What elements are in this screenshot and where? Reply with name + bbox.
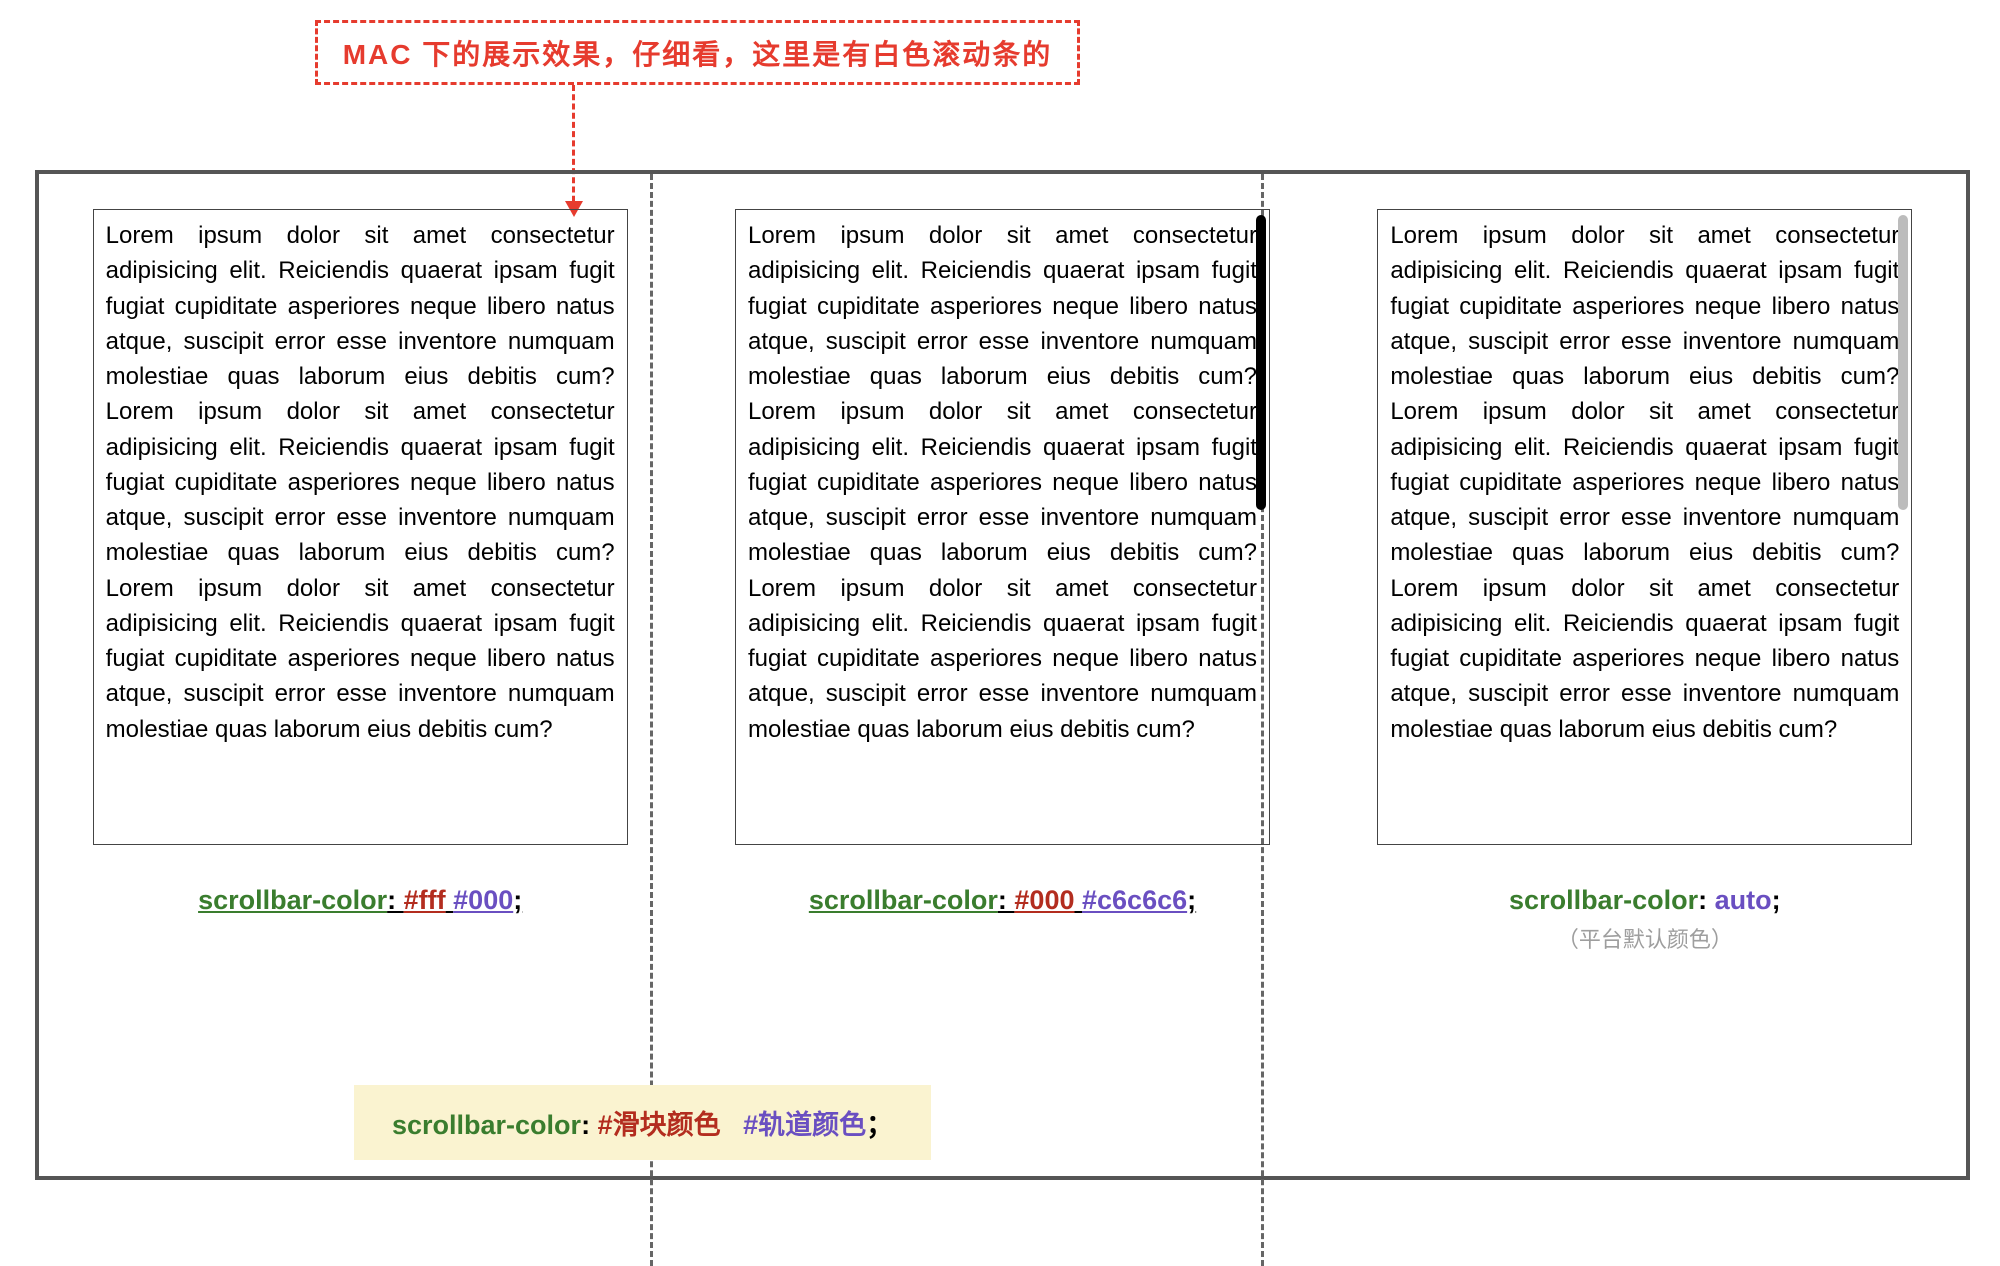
scroll-demo-box[interactable]: Lorem ipsum dolor sit amet consectetur a… [735,209,1270,845]
css-value-track: #000 [453,885,513,915]
semicolon: ; [1772,885,1781,915]
colon: : [998,885,1015,915]
css-value-track: #c6c6c6 [1082,885,1187,915]
legend-box: scrollbar-color: #滑块颜色 #轨道颜色； [354,1085,931,1160]
scroll-demo-box[interactable]: Lorem ipsum dolor sit amet consectetur a… [1377,209,1912,845]
css-label: scrollbar-color: #fff #000; [198,885,522,916]
css-value-auto: auto [1715,885,1772,915]
colon: : [387,885,404,915]
semicolon: ; [1187,885,1196,915]
callout-text: MAC 下的展示效果，仔细看，这里是有白色滚动条的 [343,33,1053,73]
semicolon: ; [513,885,522,915]
demo-text: Lorem ipsum dolor sit amet consectetur a… [106,218,615,836]
css-label: scrollbar-color: #000 #c6c6c6; [809,885,1196,916]
legend-track: #轨道颜色 [743,1110,866,1140]
legend-semicolon: ； [866,1110,893,1140]
demo-container: Lorem ipsum dolor sit amet consectetur a… [35,170,1970,1180]
demo-column-3: Lorem ipsum dolor sit amet consectetur a… [1324,174,1966,1176]
legend-property: scrollbar-color [392,1110,581,1140]
demo-text: Lorem ipsum dolor sit amet consectetur a… [748,218,1257,836]
css-property: scrollbar-color [198,885,387,915]
css-subnote: （平台默认颜色） [1557,922,1733,954]
demo-text: Lorem ipsum dolor sit amet consectetur a… [1390,218,1899,836]
scrollbar-thumb-icon[interactable] [1898,215,1908,510]
scrollbar-thumb-icon[interactable] [1256,215,1266,510]
css-label: scrollbar-color: auto; [1509,885,1781,916]
demo-column-2: Lorem ipsum dolor sit amet consectetur a… [681,174,1323,1176]
callout-annotation: MAC 下的展示效果，仔细看，这里是有白色滚动条的 [315,20,1080,85]
scroll-demo-box[interactable]: Lorem ipsum dolor sit amet consectetur a… [93,209,628,845]
css-value-thumb: #000 [1014,885,1074,915]
css-property: scrollbar-color [809,885,998,915]
columns-row: Lorem ipsum dolor sit amet consectetur a… [39,174,1966,1176]
css-property: scrollbar-color [1509,885,1698,915]
demo-column-1: Lorem ipsum dolor sit amet consectetur a… [39,174,681,1176]
css-value-thumb: #fff [404,885,446,915]
legend-thumb: #滑块颜色 [598,1110,721,1140]
colon: : [1698,885,1715,915]
